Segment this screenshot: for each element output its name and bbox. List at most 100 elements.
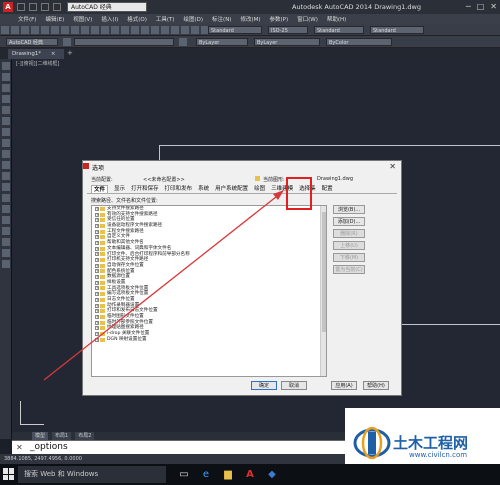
expand-icon[interactable]: + [95,223,99,228]
print-icon[interactable] [31,26,39,34]
plotstyle-combo[interactable]: ByColor [326,38,392,46]
menu-modify[interactable]: 修改(M) [240,15,260,23]
tab-profiles[interactable]: 配置 [322,185,333,193]
zoom-window-icon[interactable] [131,26,139,34]
edge-icon[interactable]: e [198,467,214,483]
command-input[interactable]: _options [30,442,68,452]
expand-icon[interactable]: + [95,263,99,268]
layer-icon[interactable] [63,38,71,46]
polyline-icon[interactable] [2,84,10,92]
taskbar-search[interactable]: 搜索 Web 和 Windows [18,466,166,483]
line-icon[interactable] [2,62,10,70]
expand-icon[interactable]: + [95,235,99,240]
save-icon[interactable] [41,3,49,11]
menu-dimension[interactable]: 标注(N) [212,15,231,23]
menu-window[interactable]: 窗口(W) [297,15,318,23]
set-current-button[interactable]: 置为当前(C) [333,265,365,274]
workspace-combo[interactable]: AutoCAD 经典 [6,38,58,46]
viewport-controls[interactable]: [-][俯视][二维线框] [16,60,60,67]
expand-icon[interactable]: + [95,320,99,325]
new-tab-button[interactable]: + [67,49,73,57]
copy-icon[interactable] [61,26,69,34]
color-combo[interactable]: ByLayer [196,38,248,46]
tab-display[interactable]: 显示 [114,185,125,193]
mtext-icon[interactable] [2,260,10,268]
expand-icon[interactable]: + [95,326,99,331]
hatch-icon[interactable] [2,216,10,224]
menu-insert[interactable]: 插入(I) [101,15,118,23]
expand-icon[interactable]: + [95,286,99,291]
expand-icon[interactable]: + [95,280,99,285]
circle-icon[interactable] [2,128,10,136]
point-icon[interactable] [2,205,10,213]
expand-icon[interactable]: + [95,252,99,257]
pan-icon[interactable] [111,26,119,34]
add-button[interactable]: 添加(D)... [333,217,365,226]
expand-icon[interactable]: + [95,206,99,211]
save-icon[interactable] [21,26,29,34]
tab-plot-publish[interactable]: 打印和发布 [165,185,193,193]
task-view-icon[interactable]: ▭ [176,467,192,483]
layer-prev-icon[interactable] [179,38,187,46]
redo-icon[interactable] [101,26,109,34]
workspace-dropdown[interactable]: AutoCAD 经典 [67,2,147,12]
apply-button[interactable]: 应用(A) [331,381,357,390]
markup-icon[interactable] [181,26,189,34]
revcloud-icon[interactable] [2,139,10,147]
arc-icon[interactable] [2,117,10,125]
windows-start-icon[interactable] [3,468,15,480]
expand-icon[interactable]: + [95,269,99,274]
open-icon[interactable] [11,26,19,34]
expand-icon[interactable]: + [95,309,99,314]
design-center-icon[interactable] [151,26,159,34]
tree-item[interactable]: + DGN 映射设置位置 [92,337,326,343]
menu-view[interactable]: 视图(V) [73,15,92,23]
undo-icon[interactable] [91,26,99,34]
autocad-logo-icon[interactable]: A [3,2,13,12]
construction-line-icon[interactable] [2,73,10,81]
match-icon[interactable] [81,26,89,34]
tab-model[interactable]: 模型 [32,432,49,440]
tab-layout1[interactable]: 布局1 [52,432,72,440]
tab-system[interactable]: 系统 [198,185,209,193]
menu-edit[interactable]: 编辑(E) [45,15,64,23]
expand-icon[interactable]: + [95,246,99,251]
expand-icon[interactable]: + [95,212,99,217]
preview-icon[interactable] [41,26,49,34]
sheet-set-icon[interactable] [171,26,179,34]
tree-scroll-thumb[interactable] [322,212,326,332]
zoom-icon[interactable] [121,26,129,34]
tab-drawing1[interactable]: Drawing1* × [8,49,64,59]
ellipse-icon[interactable] [2,161,10,169]
tab-files[interactable]: 文件 [91,185,109,193]
dialog-close-button[interactable]: ✕ [389,162,396,171]
layer-combo[interactable] [74,38,174,46]
expand-icon[interactable]: + [95,258,99,263]
gradient-icon[interactable] [2,227,10,235]
menu-help[interactable]: 帮助(H) [327,15,346,23]
cut-icon[interactable] [51,26,59,34]
text-style-combo[interactable]: Standard [208,26,262,34]
make-block-icon[interactable] [2,194,10,202]
menu-draw[interactable]: 绘图(D) [184,15,204,23]
tab-drafting[interactable]: 绘图 [254,185,265,193]
rectangle-icon[interactable] [2,106,10,114]
menu-parametric[interactable]: 参数(P) [270,15,289,23]
expand-icon[interactable]: + [95,297,99,302]
cancel-button[interactable]: 取消 [281,381,307,390]
insert-block-icon[interactable] [2,183,10,191]
expand-icon[interactable]: + [95,303,99,308]
move-up-button[interactable]: 上移(U) [333,241,365,250]
table-icon[interactable] [2,249,10,257]
app-task-icon[interactable]: ◆ [264,467,280,483]
close-button[interactable]: ✕ [490,2,497,11]
tool-palette-icon[interactable] [161,26,169,34]
tab-open-save[interactable]: 打开和保存 [131,185,159,193]
ellipse-arc-icon[interactable] [2,172,10,180]
explorer-icon[interactable]: ▆ [220,467,236,483]
menu-tools[interactable]: 工具(T) [156,15,175,23]
expand-icon[interactable]: + [95,218,99,223]
new-file-icon[interactable] [17,3,25,11]
table-style-combo[interactable]: Standard [314,26,364,34]
tab-layout2[interactable]: 布局2 [75,432,95,440]
